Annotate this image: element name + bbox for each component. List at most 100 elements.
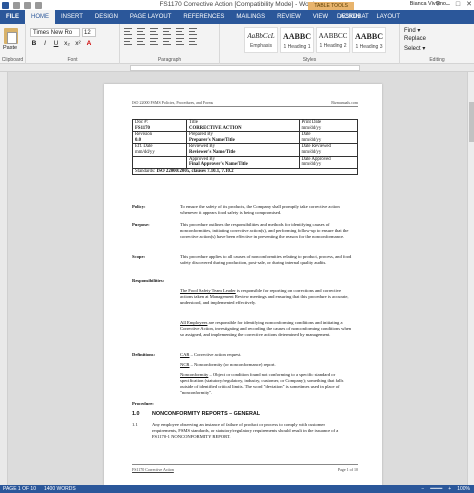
cell-value: mm/dd/yy (301, 125, 322, 131)
tab-home[interactable]: HOME (25, 10, 55, 24)
close-icon[interactable]: ✕ (466, 0, 472, 10)
numbering-icon[interactable] (137, 28, 145, 35)
cell-value: 0.0 (135, 137, 141, 143)
paragraph-group-label: Paragraph (157, 57, 182, 63)
role-name: The Food Safety Team Leader (180, 288, 236, 293)
word-count[interactable]: 1400 WORDS (44, 485, 76, 493)
increase-indent-icon[interactable] (176, 28, 184, 35)
multilevel-list-icon[interactable] (150, 28, 158, 35)
page-header-left: ISO 22000 FSMS Policies, Procedures, and… (132, 100, 214, 105)
table-cell[interactable]: Date mm/dd/yy (298, 131, 358, 145)
zoom-in-icon[interactable]: + (448, 485, 451, 493)
find-button[interactable]: Find ▾ (404, 27, 420, 34)
justify-icon[interactable] (163, 38, 171, 45)
table-cell[interactable]: Eff. Date mm/dd/yy (132, 143, 187, 157)
table-cell[interactable]: Doc #: FS1170 (132, 118, 187, 133)
horizontal-ruler[interactable] (0, 64, 474, 72)
style-sample: AaBbCcL (247, 32, 275, 40)
tab-table-layout[interactable]: LAYOUT (370, 10, 406, 24)
font-name-select[interactable]: Times New Ro (30, 28, 80, 37)
document-info-table[interactable]: Doc #: FS1170 Title CORRECTIVE ACTION Prin… (132, 118, 358, 176)
superscript-button[interactable]: x² (74, 40, 82, 47)
styles-group-label: Styles (302, 57, 317, 63)
step-number: 1.1 (132, 422, 138, 427)
table-cell[interactable] (132, 155, 187, 169)
align-center-icon[interactable] (137, 38, 145, 45)
window-title: FS1170 Corrective Action [Compatibility … (159, 1, 315, 8)
tab-file[interactable]: FILE (0, 10, 25, 24)
table-cell[interactable]: Date Approved mm/dd/yy (298, 155, 358, 169)
table-cell[interactable]: Standards: ISO 22000:2005, clauses 7.10.… (132, 167, 358, 176)
table-cell[interactable]: Approved By Final Approver's Name/Title (186, 155, 300, 169)
tab-review[interactable]: REVIEW (271, 10, 307, 24)
cell-value: FS1170 (135, 125, 150, 131)
document-page[interactable]: ISO 22000 FSMS Policies, Procedures, and… (104, 84, 382, 485)
vertical-scrollbar[interactable] (467, 72, 474, 485)
decrease-indent-icon[interactable] (163, 28, 171, 35)
bullets-icon[interactable] (124, 28, 132, 35)
style-heading-2[interactable]: AABBCC 1 Heading 2 (316, 27, 350, 53)
role-name: All Employees (180, 320, 208, 325)
style-heading-1[interactable]: AABBC 1 Heading 1 (280, 27, 314, 53)
style-emphasis[interactable]: AaBbCcL Emphasis (244, 27, 278, 53)
style-name: 1 Heading 2 (319, 43, 347, 49)
zoom-out-icon[interactable]: − (421, 485, 424, 493)
page-count[interactable]: PAGE 1 OF 10 (3, 485, 36, 493)
table-cell[interactable]: Print Date mm/dd/yy (298, 118, 358, 133)
align-left-icon[interactable] (124, 38, 132, 45)
style-name: 1 Heading 3 (355, 44, 383, 50)
editing-group-label: Editing (429, 57, 445, 63)
bold-button[interactable]: B (30, 40, 38, 47)
zoom-slider[interactable]: ━━━━ (430, 485, 442, 493)
replace-button[interactable]: Replace (404, 36, 426, 42)
cell-value: CORRECTIVE ACTION (189, 125, 242, 131)
style-heading-3[interactable]: AABBC 1 Heading 3 (352, 27, 386, 53)
vertical-ruler[interactable] (0, 72, 8, 485)
user-name[interactable]: Bianca Viviano (410, 0, 446, 9)
tab-mailings[interactable]: MAILINGS (230, 10, 271, 24)
tab-table-design[interactable]: DESIGN (331, 10, 366, 24)
paragraph-group: Paragraph (120, 24, 220, 64)
page-footer-left: FS1170 Corrective Action (132, 467, 174, 472)
ruler-text-area (130, 65, 360, 71)
cell-value: mm/dd/yy (301, 149, 322, 155)
style-sample: AABBC (354, 32, 383, 41)
table-row: Doc #: FS1170 Title CORRECTIVE ACTION Prin… (132, 118, 358, 133)
maximize-icon[interactable]: □ (456, 0, 460, 10)
table-cell[interactable]: Date Reviewed mm/dd/yy (298, 143, 358, 157)
table-cell[interactable]: Reviewed By Reviewer's Name/Title (186, 143, 300, 157)
table-row: Approved By Final Approver's Name/Title D… (132, 155, 358, 169)
paragraph-buttons (124, 28, 199, 45)
cell-value: mm/dd/yy (301, 162, 322, 168)
underline-button[interactable]: U (52, 40, 60, 47)
table-cell[interactable]: Prepared By Preparer's Name/Title (186, 131, 300, 145)
line-spacing-icon[interactable] (176, 38, 184, 45)
responsibility-1: The Food Safety Team Leader is responsib… (180, 288, 352, 306)
minimize-icon[interactable]: – (446, 0, 450, 10)
status-bar: PAGE 1 OF 10 1400 WORDS − ━━━━ + 100% (0, 485, 474, 493)
status-right: − ━━━━ + 100% (421, 485, 470, 493)
term: Nonconformity (180, 372, 209, 377)
select-button[interactable]: Select ▾ (404, 45, 425, 52)
procedure-label: Procedure: (132, 401, 154, 406)
tab-design[interactable]: DESIGN (89, 10, 124, 24)
sort-icon[interactable] (189, 28, 197, 35)
section-number: 1.0 (132, 411, 140, 417)
align-right-icon[interactable] (150, 38, 158, 45)
scrollbar-thumb[interactable] (469, 102, 474, 142)
subscript-button[interactable]: x₂ (63, 40, 71, 47)
tab-insert[interactable]: INSERT (55, 10, 89, 24)
table-cell[interactable]: Revision 0.0 (132, 131, 187, 145)
cell-value: mm/dd/yy (135, 149, 155, 155)
table-cell[interactable]: Title CORRECTIVE ACTION (186, 118, 300, 133)
font-color-button[interactable]: A (85, 40, 93, 47)
page-footer-right: Page 1 of 10 (337, 467, 358, 472)
italic-button[interactable]: I (41, 40, 49, 47)
table-tools-label: TABLE TOOLS (308, 2, 354, 10)
font-size-select[interactable]: 12 (82, 28, 96, 37)
standards-label: Standards: (135, 168, 156, 174)
shading-icon[interactable] (189, 38, 197, 45)
tab-page-layout[interactable]: PAGE LAYOUT (124, 10, 177, 24)
tab-references[interactable]: REFERENCES (177, 10, 230, 24)
zoom-level[interactable]: 100% (457, 485, 470, 493)
